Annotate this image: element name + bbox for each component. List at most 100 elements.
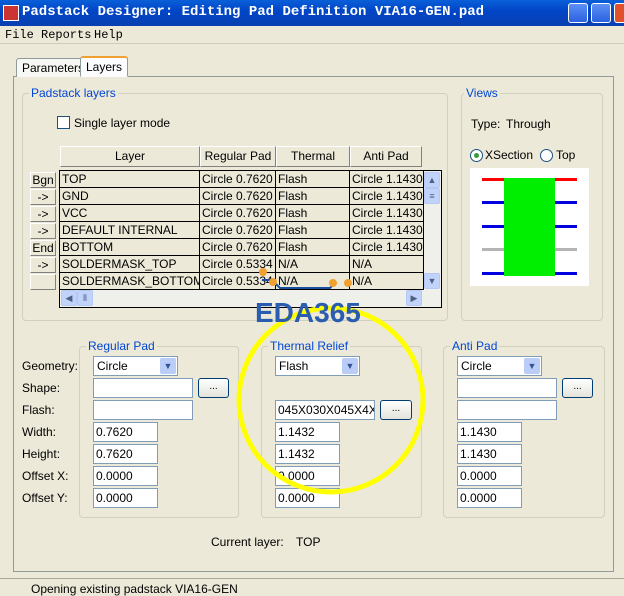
layer-row-button[interactable]: -> <box>30 206 56 222</box>
thermal-relief-geometry-select[interactable]: Flash ▼ <box>275 356 360 376</box>
anti-pad-height-input[interactable]: 1.1430 <box>457 444 522 464</box>
anti-pad-offset-y-input[interactable]: 0.0000 <box>457 488 522 508</box>
grid-cell-regular-pad[interactable]: Circle 0.7620 <box>200 171 276 188</box>
grid-cell-layer[interactable]: SOLDERMASK_TOP <box>60 256 200 273</box>
thermal-relief-height-input[interactable]: 1.1432 <box>275 444 340 464</box>
field-label: Offset X: <box>22 469 69 483</box>
geometry-value: Flash <box>279 359 309 373</box>
field-label: Flash: <box>22 403 55 417</box>
thermal-relief-flash-input[interactable]: 045X030X045X4X0 <box>275 400 375 420</box>
grid-cell-anti-pad[interactable]: Circle 1.1430 <box>350 222 424 239</box>
close-button[interactable] <box>614 3 624 23</box>
layer-row-button[interactable]: -> <box>30 257 56 273</box>
vertical-scrollbar[interactable]: ▲ ≡ ▼ <box>424 171 441 290</box>
grid-cell-thermal-relief[interactable]: Flash <box>276 239 350 256</box>
scroll-thumb[interactable]: ≡ <box>424 188 440 204</box>
type-label: Type: <box>471 117 501 131</box>
grid-cell-anti-pad[interactable]: N/A <box>350 256 424 273</box>
anti-pad-offset-x-input[interactable]: 0.0000 <box>457 466 522 486</box>
chevron-down-icon[interactable]: ▼ <box>524 358 540 374</box>
grid-cell-regular-pad[interactable]: Circle 0.7620 <box>200 222 276 239</box>
regular-pad-shape-browse-button[interactable]: ... <box>198 378 229 398</box>
grid-cell-anti-pad[interactable]: Circle 1.1430 <box>350 171 424 188</box>
regular-pad-geometry-select[interactable]: Circle ▼ <box>93 356 178 376</box>
layer-row-button[interactable]: -> <box>30 223 56 239</box>
horizontal-scrollbar[interactable]: ◀ ⦀ ▶ <box>60 290 441 307</box>
column-header-thermal-relief[interactable]: Thermal Relief <box>276 146 350 182</box>
regular-pad-flash-input[interactable] <box>93 400 193 420</box>
regular-pad-width-input[interactable]: 0.7620 <box>93 422 158 442</box>
scroll-h-thumb[interactable]: ⦀ <box>77 290 93 306</box>
chevron-down-icon[interactable]: ▼ <box>342 358 358 374</box>
grid-cell-layer[interactable]: BOTTOM <box>60 239 200 256</box>
xsection-label: XSection <box>485 148 534 162</box>
grid-cell-anti-pad[interactable]: N/A <box>350 273 424 290</box>
window-title: Padstack Designer: Editing Pad Definitio… <box>22 4 485 20</box>
anti-pad-width-input[interactable]: 1.1430 <box>457 422 522 442</box>
field-label: Geometry: <box>22 359 79 373</box>
column-header-layer[interactable]: Layer <box>60 146 200 167</box>
scroll-down-icon[interactable]: ▼ <box>424 273 440 289</box>
status-text: Opening existing padstack VIA16-GEN <box>31 582 238 596</box>
tab-parameters[interactable]: Parameters <box>16 58 91 77</box>
app-icon <box>3 5 19 21</box>
menu-help[interactable]: Help <box>94 28 123 42</box>
grid-cell-regular-pad[interactable]: Circle 0.5334 <box>200 273 276 290</box>
layer-row-button[interactable] <box>30 274 56 290</box>
top-radio[interactable] <box>540 149 553 162</box>
regular-pad-offset-y-input[interactable]: 0.0000 <box>93 488 158 508</box>
anti-pad-geometry-select[interactable]: Circle ▼ <box>457 356 542 376</box>
grid-cell-layer[interactable]: SOLDERMASK_BOTTOM <box>60 273 200 290</box>
grid-cell-anti-pad[interactable]: Circle 1.1430 <box>350 239 424 256</box>
anti-pad-flash-input[interactable] <box>457 400 557 420</box>
thermal-relief-flash-browse-button[interactable]: ... <box>380 400 412 420</box>
regular-pad-shape-input[interactable] <box>93 378 193 398</box>
regular-pad-height-input[interactable]: 0.7620 <box>93 444 158 464</box>
anti-pad-shape-browse-button[interactable]: ... <box>562 378 593 398</box>
grid-cell-layer[interactable]: VCC <box>60 205 200 222</box>
chevron-down-icon[interactable]: ▼ <box>160 358 176 374</box>
maximize-button[interactable] <box>591 3 611 23</box>
column-header-anti-pad[interactable]: Anti Pad <box>350 146 422 167</box>
grid-cell-regular-pad[interactable]: Circle 0.7620 <box>200 188 276 205</box>
grid-cell-thermal-relief[interactable]: N/A <box>276 273 350 290</box>
thermal-relief-offset-x-input[interactable]: 0.0000 <box>275 466 340 486</box>
grid-cell-anti-pad[interactable]: Circle 1.1430 <box>350 188 424 205</box>
grid-cell-thermal-relief[interactable]: N/A <box>276 256 350 273</box>
grid-cell-layer[interactable]: DEFAULT INTERNAL <box>60 222 200 239</box>
grid-cell-anti-pad[interactable]: Circle 1.1430 <box>350 205 424 222</box>
minimize-button[interactable] <box>568 3 588 23</box>
layer-row-button[interactable]: -> <box>30 189 56 205</box>
grid-cell-thermal-relief[interactable]: Flash <box>276 205 350 222</box>
grid-cell-regular-pad[interactable]: Circle 0.7620 <box>200 205 276 222</box>
grid-cell-layer[interactable]: TOP <box>60 171 200 188</box>
grid-cell-layer[interactable]: GND <box>60 188 200 205</box>
tab-layers[interactable]: Layers <box>80 56 129 77</box>
layer-row-button[interactable]: End <box>30 240 56 256</box>
menu-reports[interactable]: Reports <box>41 28 91 42</box>
single-layer-checkbox[interactable] <box>57 116 70 129</box>
regular-pad-offset-x-input[interactable]: 0.0000 <box>93 466 158 486</box>
thermal-relief-offset-y-input[interactable]: 0.0000 <box>275 488 340 508</box>
grid-cell-thermal-relief[interactable]: Flash <box>276 188 350 205</box>
layer-row-button[interactable]: Bgn <box>30 172 56 188</box>
scroll-right-icon[interactable]: ▶ <box>406 290 422 306</box>
column-header-regular-pad[interactable]: Regular Pad <box>200 146 276 167</box>
current-layer-label: Current layer: <box>211 535 284 549</box>
grid-cell-thermal-relief[interactable]: Flash <box>276 222 350 239</box>
scroll-up-icon[interactable]: ▲ <box>424 172 440 188</box>
views-label: Views <box>464 86 500 100</box>
scroll-left-icon[interactable]: ◀ <box>61 290 77 306</box>
anti-pad-shape-input[interactable] <box>457 378 557 398</box>
menu-file[interactable]: File <box>5 28 34 42</box>
title-bar: Padstack Designer: Editing Pad Definitio… <box>0 0 624 26</box>
grid-cell-thermal-relief[interactable]: Flash <box>276 171 350 188</box>
xsection-radio[interactable] <box>470 149 483 162</box>
field-label: Width: <box>22 425 57 439</box>
field-label: Height: <box>22 447 61 461</box>
grid-cell-regular-pad[interactable]: Circle 0.5334 <box>200 256 276 273</box>
menu-bar: File Reports Help <box>0 26 624 44</box>
grid-cell-regular-pad[interactable]: Circle 0.7620 <box>200 239 276 256</box>
thermal-relief-width-input[interactable]: 1.1432 <box>275 422 340 442</box>
status-bar: Opening existing padstack VIA16-GEN <box>0 578 624 596</box>
